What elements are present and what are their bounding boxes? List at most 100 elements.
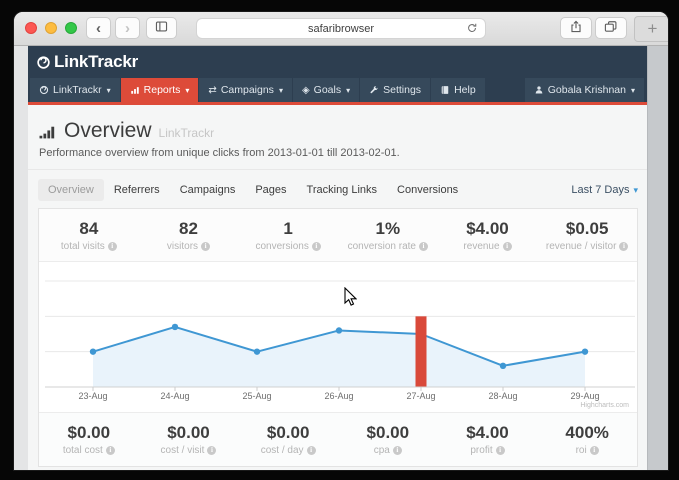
nav-item-linktrackr[interactable]: LinkTrackr▾ [30,78,120,102]
browser-window: ‹ › safaribrowser + [14,12,668,470]
sidebar-toggle-button[interactable] [146,17,177,39]
user-icon [534,85,544,95]
nav-item-reports-label: Reports [144,84,181,96]
minimize-window-button[interactable] [45,22,57,34]
nav-item-settings-label: Settings [383,84,421,96]
nav-item-goals-label: Goals [314,84,341,96]
info-icon[interactable] [503,242,512,251]
forward-button[interactable]: › [115,17,140,39]
stat-label: cost / visit [139,445,239,456]
stat-total-visits: 84 total visits [39,219,139,252]
x-axis-label: 28-Aug [488,391,517,401]
user-menu-label: Gobala Krishnan [548,84,626,96]
address-text: safaribrowser [308,23,374,35]
close-window-button[interactable] [25,22,37,34]
visits-chart: 23-Aug24-Aug25-Aug26-Aug27-Aug28-Aug29-A… [39,262,637,412]
nav-item-goals[interactable]: ◈ Goals ▾ [293,78,359,102]
chevron-down-icon: ▾ [346,86,350,95]
share-icon [569,20,583,37]
stat-label: total visits [39,241,139,252]
info-icon[interactable] [207,446,216,455]
tab-overview-icon [604,20,618,37]
info-icon[interactable] [307,446,316,455]
wrench-icon [369,85,379,95]
site-nav: LinkTrackr▾Reports▾⇄Campaigns▾◈Goals▾Set… [28,78,648,105]
overview-card: 84total visits82visitors1conversions1%co… [38,208,638,467]
shuffle-icon: ⇄ [208,85,216,96]
stat-value: $4.00 [438,423,538,443]
stat-profit: $4.00profit [438,423,538,456]
back-button[interactable]: ‹ [86,17,111,39]
forward-chevron-icon: › [125,21,130,36]
tab-overview[interactable]: Overview [38,179,104,201]
sidebar-icon [154,20,169,36]
nav-item-settings[interactable]: Settings [360,78,430,102]
stat-value: 1 [238,219,338,239]
tab-pages[interactable]: Pages [245,179,296,201]
browser-viewport: LinkTrackr LinkTrackr▾Reports▾⇄Campaigns… [14,46,668,470]
tab-tracking-links[interactable]: Tracking Links [297,179,388,201]
info-icon[interactable] [393,446,402,455]
nav-item-campaigns-label: Campaigns [221,84,274,96]
x-axis-label: 26-Aug [324,391,353,401]
reload-button[interactable] [466,22,478,37]
visits-chart-svg: 23-Aug24-Aug25-Aug26-Aug27-Aug28-Aug29-A… [39,262,639,412]
linktrackr-page: LinkTrackr LinkTrackr▾Reports▾⇄Campaigns… [28,46,648,470]
info-icon[interactable] [108,242,117,251]
new-tab-button[interactable]: + [634,16,668,42]
date-range-selector[interactable]: Last 7 Days ▾ [571,184,638,196]
share-button[interactable] [560,17,592,39]
stat-value: $0.00 [139,423,239,443]
bar-chart-icon [38,123,57,140]
stat-conversions: 1conversions [238,219,338,252]
info-icon[interactable] [201,242,210,251]
site-header: LinkTrackr [28,46,648,78]
stat-value: 400% [537,423,637,443]
x-axis-label: 24-Aug [160,391,189,401]
nav-item-linktrackr-label: LinkTrackr [53,84,102,96]
show-tabs-button[interactable] [595,17,627,39]
info-icon[interactable] [619,242,628,251]
nav-item-help-label: Help [454,84,476,96]
x-axis-label: 27-Aug [406,391,435,401]
stat-cost-visit: $0.00 cost / visit [139,423,239,456]
zoom-window-button[interactable] [65,22,77,34]
stat-value: $0.00 [238,423,338,443]
page-title-suffix: LinkTrackr [159,126,215,140]
stat-revenue: $4.00revenue [438,219,538,252]
info-icon[interactable] [106,446,115,455]
stat-cost-day: $0.00 cost / day [238,423,338,456]
info-icon[interactable] [419,242,428,251]
nav-item-help[interactable]: Help [431,78,485,102]
chevron-down-icon: ▾ [631,86,635,95]
back-chevron-icon: ‹ [96,21,101,36]
user-menu[interactable]: Gobala Krishnan ▾ [525,78,644,102]
highcharts-credit[interactable]: Highcharts.com [580,402,629,409]
chevron-down-icon: ▾ [279,86,283,95]
stat-visitors: 82visitors [139,219,239,252]
tab-campaigns[interactable]: Campaigns [170,179,246,201]
stat-label: cost / day [238,445,338,456]
stat-label: cpa [338,445,438,456]
info-icon[interactable] [590,446,599,455]
stat-label: visitors [139,241,239,252]
address-bar[interactable]: safaribrowser [196,18,486,39]
tab-referrers[interactable]: Referrers [104,179,170,201]
stats-row-bottom: $0.00total cost$0.00cost / visit$0.00cos… [39,412,637,466]
nav-item-campaigns[interactable]: ⇄ Campaigns ▾ [199,78,292,102]
brand-logo[interactable]: LinkTrackr [36,52,138,72]
chevron-down-icon: ▾ [185,86,189,95]
tab-conversions[interactable]: Conversions [387,179,468,201]
logo-icon [39,85,49,95]
report-tabs: OverviewReferrersCampaignsPagesTracking … [38,178,638,202]
nav-item-reports[interactable]: Reports ▾ [121,78,199,102]
stat-value: 84 [39,219,139,239]
info-icon[interactable] [496,446,505,455]
browser-titlebar: ‹ › safaribrowser + [14,12,668,46]
stat-label: conversion rate [338,241,438,252]
info-icon[interactable] [312,242,321,251]
stat-total-cost: $0.00total cost [39,423,139,456]
reload-icon [466,22,478,37]
window-right-strip [647,46,668,470]
target-icon: ◈ [302,85,310,96]
